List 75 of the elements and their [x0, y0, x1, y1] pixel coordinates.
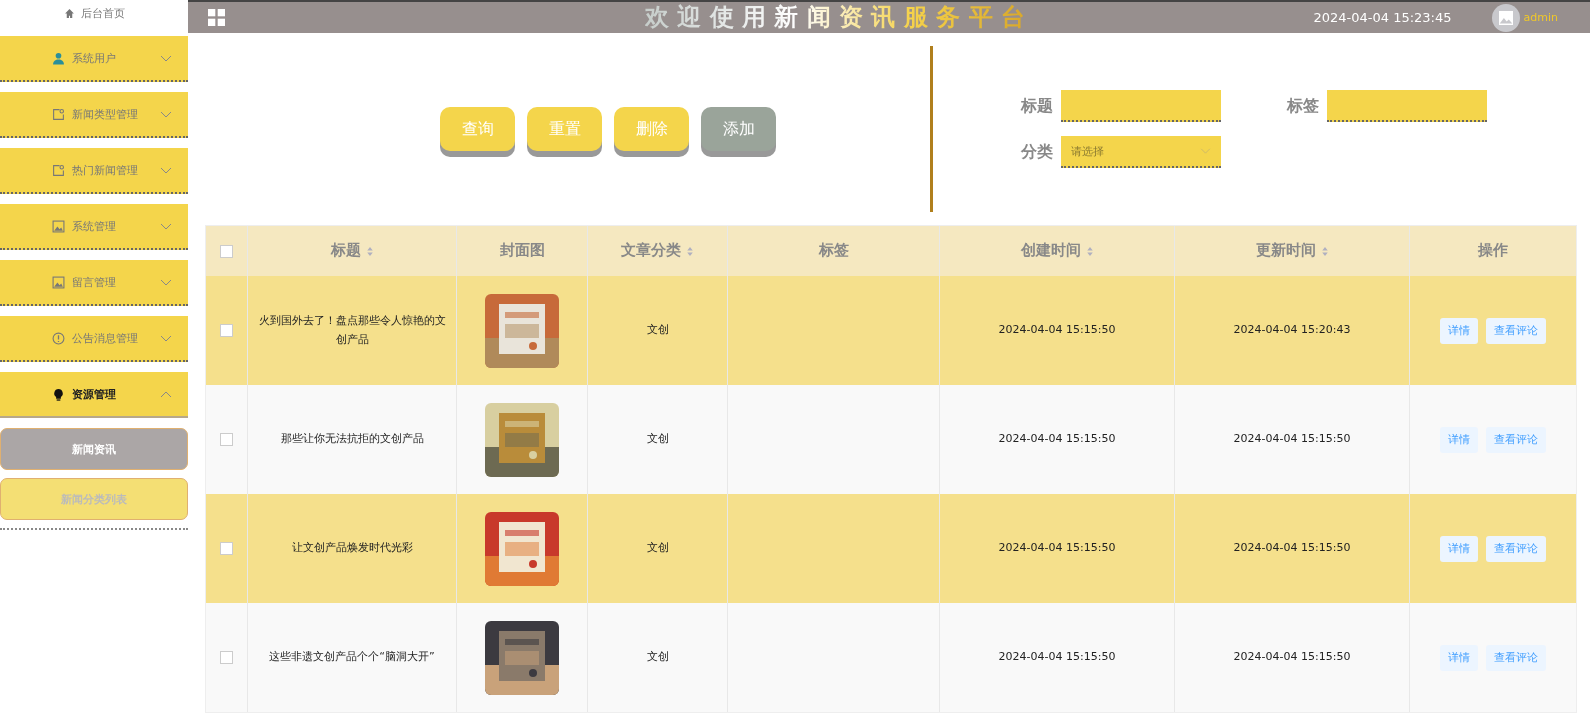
- input-field[interactable]: [1061, 90, 1221, 123]
- select-all-checkbox[interactable]: [220, 244, 233, 258]
- table-cell-text: 2024-04-04 15:15:50: [1233, 540, 1351, 557]
- chevron-down-icon: [160, 278, 172, 286]
- row-checkbox[interactable]: [220, 433, 233, 446]
- row-checkbox[interactable]: [220, 651, 233, 664]
- sidebar-item[interactable]: 公告消息管理: [0, 316, 188, 362]
- column-header: 封面图: [499, 240, 545, 262]
- datetime: 2024-04-04 15:23:45: [1313, 10, 1452, 26]
- row-action-button[interactable]: 详情: [1440, 535, 1478, 562]
- image-icon: [52, 275, 65, 289]
- submenu-item[interactable]: 新闻资讯: [0, 428, 188, 470]
- column-header[interactable]: 更新时间: [1255, 238, 1316, 264]
- row-action-button[interactable]: 查看评论: [1486, 535, 1546, 562]
- table-cell-text: 2024-04-04 15:15:50: [998, 540, 1116, 557]
- field-label: 标题: [1021, 95, 1053, 117]
- table-cell-text: 2024-04-04 15:15:50: [998, 431, 1116, 448]
- row-action-button[interactable]: 详情: [1440, 426, 1478, 453]
- table-cell-text: 文创: [646, 322, 669, 339]
- document-icon: [52, 163, 65, 177]
- column-header[interactable]: 文章分类: [621, 238, 681, 264]
- sort-icon[interactable]: [1320, 245, 1329, 257]
- chevron-down-icon: [160, 110, 172, 118]
- row-checkbox[interactable]: [220, 324, 233, 337]
- table-cell-text: 2024-04-04 15:15:50: [1233, 431, 1351, 448]
- column-header[interactable]: 标题: [330, 238, 361, 264]
- row-action-button[interactable]: 查看评论: [1486, 317, 1546, 344]
- sidebar-item[interactable]: 新闻类型管理: [0, 92, 188, 138]
- input-field[interactable]: [1327, 90, 1487, 123]
- table-cell-text: 2024-04-04 15:20:43: [1233, 322, 1351, 339]
- home-icon: [63, 7, 75, 19]
- table-cell-text: 这些非遗文创产品个个“脑洞大开”: [269, 649, 435, 666]
- submenu-item[interactable]: 新闻分类列表: [0, 478, 188, 520]
- column-header[interactable]: 创建时间: [1020, 238, 1081, 264]
- chevron-down-icon: [160, 166, 172, 174]
- sidebar-item[interactable]: 资源管理: [0, 372, 188, 418]
- table-cell-text: 2024-04-04 15:15:50: [1233, 649, 1351, 666]
- sidebar-item[interactable]: 系统用户: [0, 36, 188, 82]
- sort-icon[interactable]: [686, 245, 694, 257]
- row-action-button[interactable]: 查看评论: [1486, 644, 1546, 671]
- grid-menu-icon[interactable]: [208, 9, 225, 27]
- row-action-button[interactable]: 详情: [1440, 644, 1478, 671]
- table-cell-text: 那些让你无法抗拒的文创产品: [280, 431, 424, 448]
- sort-icon[interactable]: [1085, 245, 1094, 257]
- field-label: 分类: [1021, 141, 1053, 163]
- sidebar-item[interactable]: 后台首页: [0, 0, 188, 26]
- category-select[interactable]: 请选择: [1061, 136, 1221, 169]
- bulb-icon: [52, 387, 65, 401]
- table-cell-text: 2024-04-04 15:15:50: [998, 649, 1116, 666]
- image-icon: [52, 219, 65, 233]
- row-action-button[interactable]: 查看评论: [1486, 426, 1546, 453]
- table-cell-text: 文创: [646, 540, 669, 557]
- sidebar-item[interactable]: 热门新闻管理: [0, 148, 188, 194]
- column-header: 操作: [1478, 240, 1508, 262]
- sidebar-item[interactable]: 留言管理: [0, 260, 188, 306]
- chevron-down-icon: [160, 222, 172, 230]
- chevron-up-icon: [160, 390, 172, 398]
- table-cell-text: 让文创产品焕发时代光彩: [291, 540, 413, 557]
- field-label: 标签: [1287, 95, 1319, 117]
- row-checkbox[interactable]: [220, 542, 233, 555]
- column-header: 标签: [818, 240, 849, 262]
- table-cell-text: 火到国外去了！盘点那些令人惊艳的文创产品: [258, 312, 446, 348]
- sort-icon[interactable]: [365, 245, 374, 257]
- avatar-icon[interactable]: [1491, 3, 1520, 32]
- info-icon: [52, 331, 65, 345]
- document-icon: [52, 107, 65, 121]
- chevron-down-icon: [160, 54, 172, 62]
- chevron-down-icon: [160, 334, 172, 342]
- row-action-button[interactable]: 详情: [1440, 317, 1478, 344]
- table-cell-text: 2024-04-04 15:15:50: [998, 322, 1116, 339]
- user-icon: [52, 51, 65, 65]
- username[interactable]: admin: [1523, 11, 1558, 25]
- sidebar-item[interactable]: 系统管理: [0, 204, 188, 250]
- table-cell-text: 文创: [646, 431, 669, 448]
- table-cell-text: 文创: [646, 649, 669, 666]
